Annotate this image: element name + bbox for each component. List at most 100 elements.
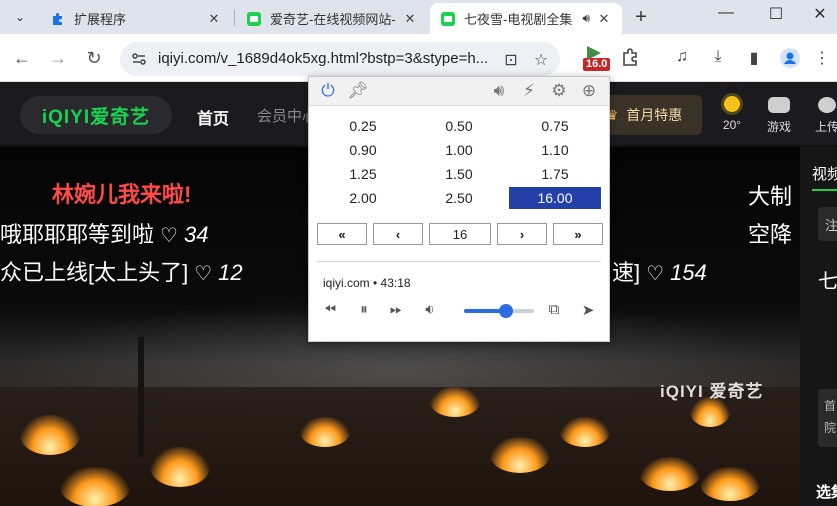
speed-preset[interactable]: 1.00 (413, 139, 505, 161)
iqiyi-watermark: iQIYI 爱奇艺 (660, 382, 764, 401)
volume-knob[interactable] (499, 304, 513, 318)
upload-icon (818, 97, 836, 113)
install-app-icon[interactable]: ⊡ (502, 50, 520, 69)
tab-separator (234, 10, 235, 26)
rewind-fast-button[interactable]: « (317, 223, 367, 245)
speed-preset[interactable]: 0.90 (317, 139, 409, 161)
speed-preset[interactable]: 2.00 (317, 187, 409, 209)
tab-iqiyi-home[interactable]: 爱奇艺-在线视频网站-海量... ✕ (236, 3, 428, 34)
close-icon[interactable]: ✕ (206, 11, 222, 27)
media-controls: ⏪︎ ⏸︎ ⏩︎ 🔉︎ ⧉ ➤ (319, 299, 599, 323)
back-button[interactable]: ← (10, 46, 34, 70)
volume-icon[interactable]: 🔊︎ (489, 81, 509, 101)
games-label: 游戏 (766, 120, 791, 134)
forward-button[interactable]: › (497, 223, 547, 245)
fire (20, 415, 80, 455)
fire (430, 387, 480, 417)
speed-preset-selected[interactable]: 16.00 (509, 187, 601, 209)
maximize-button[interactable]: ☐ (764, 4, 788, 24)
tab-active-video[interactable]: 七夜雪-电视剧全集 🔊︎ ✕ (430, 3, 622, 34)
speed-preset[interactable]: 1.50 (413, 163, 505, 185)
side-panel-icon[interactable]: ▮ (744, 48, 764, 68)
side-panel: 视频 注 七 首 院 选集 (800, 147, 837, 506)
active-tab-indicator (812, 189, 837, 191)
promo-label: 首月特惠 (626, 107, 683, 123)
media-control-icon[interactable]: ♫ (672, 48, 692, 68)
side-episodes[interactable]: 选集 (816, 481, 837, 502)
weather-widget[interactable]: 20° (718, 93, 746, 132)
close-window-button[interactable]: ✕ (808, 4, 832, 24)
fire (150, 447, 210, 487)
danmu-comment: 速] ♡ 154 (612, 260, 707, 285)
minimize-button[interactable]: — (714, 4, 738, 22)
support-icon[interactable]: ⊕ (579, 81, 599, 101)
games-button[interactable]: 游戏 (764, 93, 794, 135)
pin-icon[interactable]: 📌︎ (347, 81, 369, 101)
nav-home[interactable]: 首页 (197, 105, 229, 129)
heart-icon[interactable]: ♡ (646, 263, 664, 285)
cursor-icon[interactable]: ➤ (577, 301, 599, 321)
upload-button[interactable]: 上传 (812, 93, 837, 135)
new-tab-button[interactable]: + (630, 6, 652, 29)
site-info-icon[interactable] (130, 50, 148, 68)
close-icon[interactable]: ✕ (596, 11, 612, 27)
speed-preset[interactable]: 1.10 (509, 139, 601, 161)
speed-preset[interactable]: 2.50 (413, 187, 505, 209)
gear-icon[interactable]: ⚙ (549, 81, 569, 101)
address-bar[interactable]: iqiyi.com/v_1689d4ok5xg.html?bstp=3&styp… (120, 42, 560, 76)
tab-title: 扩展程序 (74, 12, 127, 27)
puzzle-icon (50, 11, 66, 27)
speed-value-input[interactable]: 16 (429, 223, 491, 245)
lightning-icon[interactable]: ⚡︎ (519, 81, 539, 101)
volume-icon[interactable]: 🔉︎ (419, 301, 441, 321)
iqiyi-icon (440, 11, 456, 27)
side-input[interactable]: 注 (818, 207, 837, 241)
fire (60, 467, 130, 506)
upload-label: 上传 (814, 120, 837, 134)
side-title: 七 (818, 271, 837, 293)
star-icon[interactable]: ☆ (532, 50, 550, 69)
download-icon[interactable]: ⤓ (708, 48, 728, 68)
menu-kebab-icon[interactable]: ⋮ (812, 48, 832, 68)
popup-toolbar: ⏻ 📌︎ 🔊︎ ⚡︎ ⚙ ⊕ (309, 77, 609, 106)
side-card[interactable]: 首 院 (818, 389, 837, 447)
site-time-info: iqiyi.com • 43:18 (323, 276, 411, 290)
danmu-comment: 空降 (748, 222, 793, 247)
iqiyi-logo[interactable]: iQIYI爱奇艺 (20, 96, 172, 134)
fire (700, 467, 760, 501)
speed-controls: « ‹ 16 › » (317, 223, 603, 245)
heart-icon[interactable]: ♡ (194, 263, 212, 285)
profile-avatar[interactable] (780, 48, 800, 68)
danmu-comment: 哦耶耶耶等到啦 ♡ 34 (0, 222, 209, 247)
speed-extension-button[interactable]: 16.0 (578, 43, 614, 73)
speed-preset[interactable]: 0.75 (509, 115, 601, 137)
url-text[interactable]: iqiyi.com/v_1689d4ok5xg.html?bstp=3&styp… (158, 50, 498, 67)
side-tab-video[interactable]: 视频 (812, 163, 837, 184)
speed-badge: 16.0 (583, 58, 611, 71)
close-icon[interactable]: ✕ (402, 11, 418, 27)
volume-slider[interactable] (464, 304, 534, 318)
speaker-icon[interactable]: 🔊︎ (582, 11, 590, 26)
danmu-comment: 大制 (748, 184, 793, 209)
tab-extensions[interactable]: 扩展程序 ✕ (40, 3, 232, 34)
speed-preset[interactable]: 0.50 (413, 115, 505, 137)
forward-button[interactable]: → (46, 46, 70, 70)
heart-icon[interactable]: ♡ (160, 225, 178, 247)
extensions-icon[interactable] (620, 48, 640, 68)
speed-preset[interactable]: 1.25 (317, 163, 409, 185)
temperature: 20° (722, 118, 742, 132)
speed-preset[interactable]: 1.75 (509, 163, 601, 185)
pause-icon[interactable]: ⏸︎ (353, 301, 375, 321)
rewind-button[interactable]: ‹ (373, 223, 423, 245)
browser-toolbar: ← → ↻ iqiyi.com/v_1689d4ok5xg.html?bstp=… (0, 34, 837, 121)
seek-back-icon[interactable]: ⏪︎ (319, 301, 341, 321)
speed-preset[interactable]: 0.25 (317, 115, 409, 137)
tab-search-dropdown[interactable]: ⌄ (8, 6, 32, 28)
sun-icon (724, 96, 740, 112)
pip-icon[interactable]: ⧉ (543, 301, 565, 321)
reload-button[interactable]: ↻ (82, 46, 106, 70)
power-icon[interactable]: ⏻ (318, 81, 338, 101)
seek-forward-icon[interactable]: ⏩︎ (385, 301, 407, 321)
tree (138, 337, 144, 457)
forward-fast-button[interactable]: » (553, 223, 603, 245)
